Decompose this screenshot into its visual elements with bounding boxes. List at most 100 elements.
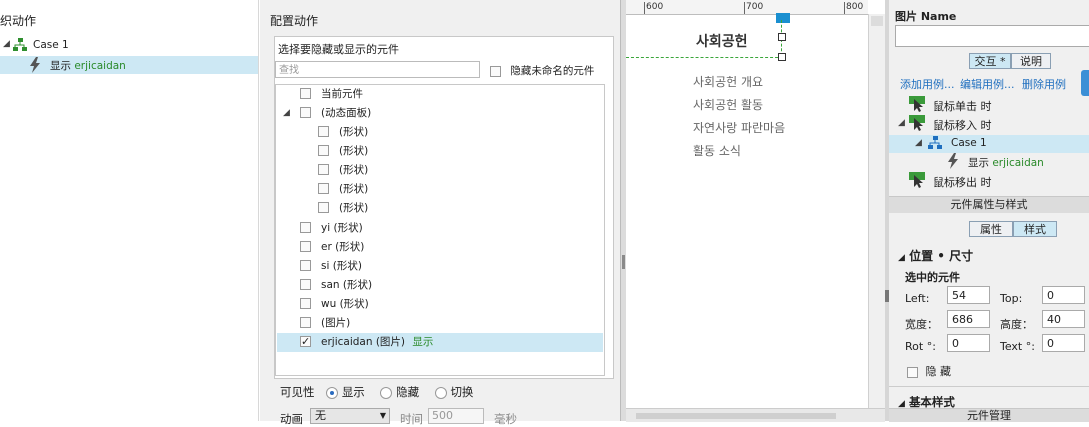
collapse-arrow-icon[interactable]: ◢	[898, 118, 905, 128]
name-input[interactable]	[895, 25, 1089, 47]
canvas-menu-item[interactable]: 자연사랑 파란마음	[693, 119, 785, 136]
item-checkbox[interactable]	[300, 298, 311, 309]
action-target: erjicaidan	[74, 60, 126, 72]
radio-show[interactable]: 显示	[326, 385, 365, 399]
item-checkbox[interactable]	[318, 183, 329, 194]
item-checkbox[interactable]	[318, 126, 329, 137]
hide-checkbox[interactable]	[907, 366, 918, 378]
hide-unnamed-option[interactable]: 隐藏未命名的元件	[490, 63, 594, 78]
widget-handle-badge[interactable]	[776, 13, 790, 23]
resize-handle[interactable]	[778, 53, 786, 61]
radio-label: 切换	[450, 385, 474, 399]
scroll-thumb[interactable]	[871, 16, 883, 26]
item-checkbox[interactable]	[318, 145, 329, 156]
action-target: erjicaidan	[992, 157, 1044, 169]
edit-case-link[interactable]: 编辑用例...	[960, 78, 1015, 91]
item-checkbox[interactable]	[300, 241, 311, 252]
add-case-link[interactable]: 添加用例...	[900, 78, 955, 91]
ruler-tick: 600	[646, 2, 664, 12]
item-checkbox[interactable]	[300, 317, 311, 328]
canvas-heading[interactable]: 사회공헌	[696, 31, 748, 51]
time-unit: 毫秒	[494, 412, 517, 426]
item-label: (形状)	[339, 202, 369, 214]
width-input[interactable]: 686	[947, 310, 990, 328]
tab-style[interactable]: 样式	[1013, 221, 1057, 237]
item-checkbox[interactable]	[300, 222, 311, 233]
visibility-label: 可见性	[280, 385, 315, 399]
ruler-mark	[744, 2, 745, 14]
case-links: 添加用例... 编辑用例... 删除用例	[900, 76, 1066, 92]
left-input[interactable]: 54	[947, 286, 990, 304]
visibility-row: 可见性 显示 隐藏 切换	[280, 384, 473, 400]
delete-case-link[interactable]: 删除用例	[1022, 78, 1066, 91]
item-checkbox[interactable]	[300, 333, 311, 351]
action-item[interactable]: 显示 erjicaidan	[0, 56, 258, 74]
item-label: (图片)	[321, 317, 351, 329]
text-rotation-label: Text °:	[1000, 340, 1035, 353]
animation-select[interactable]: 无 ▼	[310, 408, 390, 424]
radio-button[interactable]	[380, 386, 393, 399]
search-input[interactable]: 查找	[275, 61, 480, 78]
radio-toggle[interactable]: 切换	[434, 385, 474, 399]
action-prefix: 显示	[968, 157, 989, 169]
radio-button[interactable]	[326, 386, 339, 399]
item-checkbox[interactable]	[300, 88, 311, 99]
tab-properties[interactable]: 属性	[969, 221, 1013, 237]
radio-hide[interactable]: 隐藏	[380, 385, 419, 399]
panel-title: 织动作	[0, 14, 37, 28]
resize-handle[interactable]	[778, 33, 786, 41]
inspector-panel: 图片 Name 交互 * 说明 添加用例... 编辑用例... 删除用例 鼠标单…	[889, 0, 1089, 422]
rotation-input[interactable]: 0	[947, 334, 990, 352]
left-label: Left:	[905, 292, 930, 305]
selected-label: 选中的元件	[905, 271, 960, 284]
text-rotation-input[interactable]: 0	[1042, 334, 1085, 352]
pos-size-section[interactable]: ◢ 位置 • 尺寸	[898, 247, 973, 264]
item-checkbox[interactable]	[318, 164, 329, 175]
hide-unnamed-checkbox[interactable]	[490, 65, 501, 77]
lightning-icon	[947, 153, 959, 169]
item-label: 当前元件	[321, 88, 363, 100]
case-item[interactable]: ◢ Case 1	[0, 37, 258, 55]
top-input[interactable]: 0	[1042, 286, 1085, 304]
collapse-arrow-icon[interactable]: ◢	[915, 138, 922, 148]
item-checkbox[interactable]	[318, 202, 329, 213]
height-input[interactable]: 40	[1042, 310, 1085, 328]
collapse-arrow-icon[interactable]: ◢	[3, 39, 10, 49]
item-label: (形状)	[339, 145, 369, 157]
section-title: 位置 • 尺寸	[909, 249, 974, 263]
item-checkbox[interactable]	[300, 107, 311, 118]
case-label: Case 1	[33, 39, 69, 51]
tab-notes[interactable]: 说明	[1011, 53, 1051, 69]
item-status: 显示	[412, 336, 434, 348]
action-item[interactable]: 显示 erjicaidan	[968, 155, 1044, 170]
event-mouse-leave[interactable]: 鼠标移出 时	[933, 174, 992, 190]
case-icon	[928, 136, 942, 150]
cursor-event-icon	[909, 115, 925, 131]
horizontal-ruler: 600 700 800	[626, 0, 868, 15]
event-mouse-enter[interactable]: 鼠标移入 时	[933, 117, 992, 133]
tab-interactions[interactable]: 交互 *	[969, 53, 1011, 69]
ruler-tick: 700	[746, 2, 764, 12]
horizontal-scrollbar[interactable]	[626, 408, 885, 422]
time-input[interactable]: 500	[428, 408, 484, 424]
canvas-menu-item[interactable]: 사회공헌 개요	[693, 73, 763, 90]
item-label: si (形状)	[321, 260, 362, 272]
event-click[interactable]: 鼠标单击 时	[933, 98, 992, 114]
panel-edge-button[interactable]	[1081, 70, 1089, 96]
splitter-grip[interactable]	[622, 255, 625, 269]
ruler-tick: 800	[846, 2, 864, 12]
item-checkbox[interactable]	[300, 260, 311, 271]
canvas-menu-item[interactable]: 활동 소식	[693, 142, 741, 159]
hide-unnamed-label: 隐藏未命名的元件	[510, 65, 595, 77]
vertical-scrollbar[interactable]	[868, 14, 886, 408]
radio-button[interactable]	[434, 386, 447, 399]
item-label: (形状)	[339, 126, 369, 138]
hide-option[interactable]: 隐 藏	[907, 363, 951, 379]
collapse-arrow-icon[interactable]: ◢	[283, 104, 290, 122]
radio-label: 显示	[341, 385, 365, 399]
scroll-thumb[interactable]	[636, 413, 836, 419]
item-checkbox[interactable]	[300, 279, 311, 290]
canvas-menu-item[interactable]: 사회공헌 활동	[693, 96, 763, 113]
collapse-arrow-icon[interactable]: ◢	[898, 253, 905, 263]
time-label: 时间	[400, 412, 423, 426]
